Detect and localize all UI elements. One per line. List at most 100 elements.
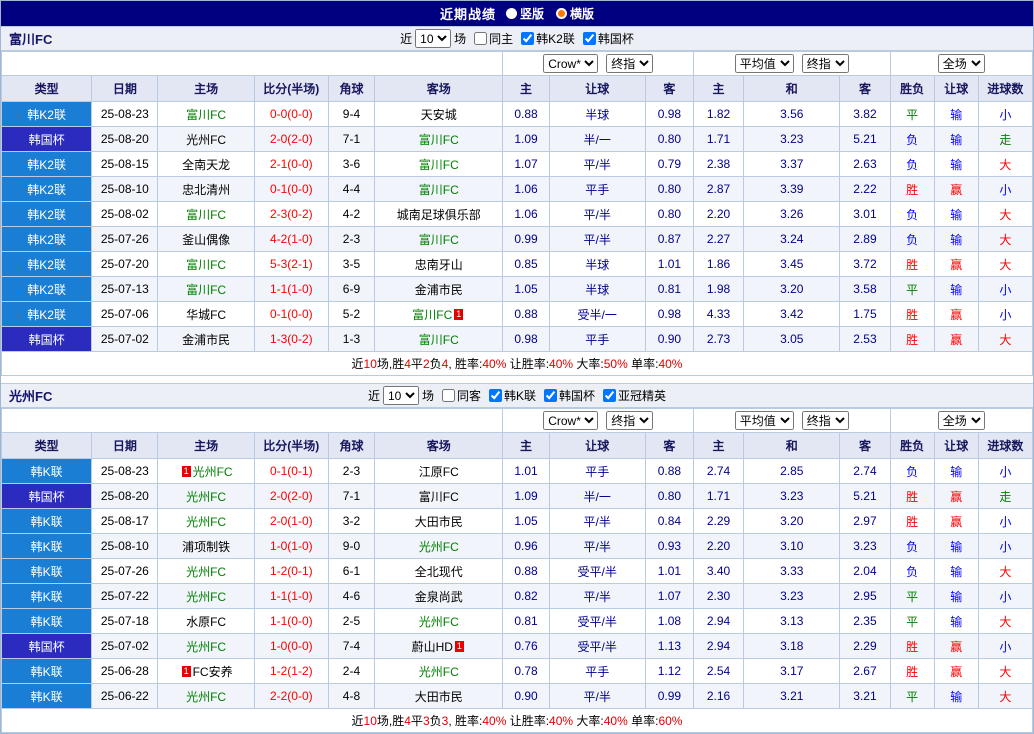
team-link[interactable]: FC安养 [193,665,233,679]
handicap-line: 半/一 [549,484,645,509]
layout-radio-horizontal[interactable]: 横版 [556,5,594,22]
team-link[interactable]: 光州FC [186,565,226,579]
scope-select[interactable]: 全场 [938,411,985,430]
handicap-result-cell: 输 [934,559,978,584]
league-filter-checkbox[interactable] [544,389,557,402]
bookmaker-time-select[interactable]: 终指 [606,411,653,430]
team-name: 富川FC [9,29,52,48]
handicap-home-odds: 0.88 [503,302,549,327]
handicap-line: 受半/一 [549,302,645,327]
team-link[interactable]: 华城FC [186,308,226,322]
bookmaker-select[interactable]: Crow* [543,54,598,73]
team-link[interactable]: 富川FC [186,258,226,272]
average-select[interactable]: 平均值 [735,54,794,73]
team-link[interactable]: 忠南牙山 [415,258,463,272]
team-link[interactable]: 富川FC [419,490,459,504]
team-link[interactable]: 大田市民 [415,690,463,704]
team-link[interactable]: 富川FC [419,158,459,172]
bookmaker-select[interactable]: Crow* [543,411,598,430]
bookmaker-time-select[interactable]: 终指 [606,54,653,73]
average-time-select[interactable]: 终指 [802,411,849,430]
team-link[interactable]: 光州FC [186,640,226,654]
score-cell: 1-0(0-0) [254,634,328,659]
league-filter-checkbox-label[interactable]: 亚冠精英 [603,387,666,404]
team-link[interactable]: 富川FC [419,133,459,147]
score-cell: 0-1(0-1) [254,459,328,484]
match-count-select[interactable]: 10 [383,386,419,405]
avg-home-odds: 2.74 [693,459,743,484]
avg-draw-odds: 3.45 [744,252,840,277]
avg-away-odds: 2.74 [840,459,890,484]
team-link[interactable]: 忠北清州 [182,183,230,197]
goals-result-cell: 小 [978,634,1032,659]
match-count-select[interactable]: 10 [415,29,451,48]
team-link[interactable]: 大田市民 [415,515,463,529]
handicap-result-cell: 输 [934,534,978,559]
league-filter-checkbox[interactable] [489,389,502,402]
league-filter-checkbox-label[interactable]: 韩K联 [489,387,536,404]
same-side-checkbox-label[interactable]: 同主 [474,30,513,47]
layout-radio-vertical[interactable]: 竖版 [506,5,544,22]
team-link[interactable]: 水原FC [186,615,226,629]
same-side-checkbox-label[interactable]: 同客 [442,387,481,404]
avg-away-odds: 1.75 [840,302,890,327]
avg-away-odds: 3.23 [840,534,890,559]
away-team-cell: 大田市民 [375,509,503,534]
team-header-row: 光州FC近10场同客韩K联韩国杯亚冠精英 [1,383,1033,408]
team-link[interactable]: 光州FC [419,665,459,679]
goals-result-cell: 大 [978,227,1032,252]
corner-cell: 3-6 [328,152,374,177]
team-link[interactable]: 富川FC [412,308,452,322]
team-link[interactable]: 富川FC [419,233,459,247]
same-side-checkbox[interactable] [474,32,487,45]
team-link[interactable]: 光州FC [186,133,226,147]
team-link[interactable]: 全北现代 [415,565,463,579]
average-select[interactable]: 平均值 [735,411,794,430]
team-link[interactable]: 釜山偶像 [182,233,230,247]
league-filter-checkbox[interactable] [583,32,596,45]
team-link[interactable]: 光州FC [419,615,459,629]
team-link[interactable]: 蔚山HD [412,640,453,654]
average-time-select[interactable]: 终指 [802,54,849,73]
handicap-result-cell: 输 [934,152,978,177]
scope-select[interactable]: 全场 [938,54,985,73]
team-link[interactable]: 浦项制铁 [182,540,230,554]
team-link[interactable]: 光州FC [193,465,233,479]
same-side-checkbox[interactable] [442,389,455,402]
avg-away-odds: 3.58 [840,277,890,302]
team-link[interactable]: 富川FC [419,333,459,347]
league-filter-checkbox[interactable] [603,389,616,402]
team-link[interactable]: 富川FC [186,208,226,222]
team-link[interactable]: 江原FC [419,465,459,479]
team-link[interactable]: 金浦市民 [182,333,230,347]
handicap-home-odds: 0.98 [503,327,549,352]
summary-segment: 大率: [573,357,604,371]
league-filter-checkbox-label[interactable]: 韩国杯 [544,387,595,404]
team-link[interactable]: 光州FC [186,590,226,604]
games-label: 场 [422,387,434,404]
team-link[interactable]: 光州FC [186,690,226,704]
team-link[interactable]: 光州FC [419,540,459,554]
league-cell: 韩K联 [2,659,92,684]
team-link[interactable]: 富川FC [419,183,459,197]
match-row: 韩K2联25-07-13富川FC1-1(1-0)6-9金浦市民1.05半球0.8… [2,277,1033,302]
summary-row: 近10场,胜4平2负4, 胜率:40% 让胜率:40% 大率:50% 单率:40… [2,352,1033,376]
team-link[interactable]: 光州FC [186,490,226,504]
avg-draw-odds: 3.33 [744,559,840,584]
team-link[interactable]: 富川FC [186,283,226,297]
handicap-line: 平/半 [549,684,645,709]
team-link[interactable]: 光州FC [186,515,226,529]
handicap-away-odds: 0.93 [645,534,693,559]
league-filter-checkbox[interactable] [521,32,534,45]
team-link[interactable]: 金浦市民 [415,283,463,297]
date-cell: 25-08-15 [92,152,158,177]
league-cell: 韩K联 [2,559,92,584]
team-link[interactable]: 富川FC [186,108,226,122]
team-link[interactable]: 城南足球俱乐部 [397,208,481,222]
league-filter-checkbox-label[interactable]: 韩K2联 [521,30,575,47]
team-link[interactable]: 天安城 [421,108,457,122]
team-link[interactable]: 金泉尚武 [415,590,463,604]
date-cell: 25-07-02 [92,327,158,352]
league-filter-checkbox-label[interactable]: 韩国杯 [583,30,634,47]
team-link[interactable]: 全南天龙 [182,158,230,172]
